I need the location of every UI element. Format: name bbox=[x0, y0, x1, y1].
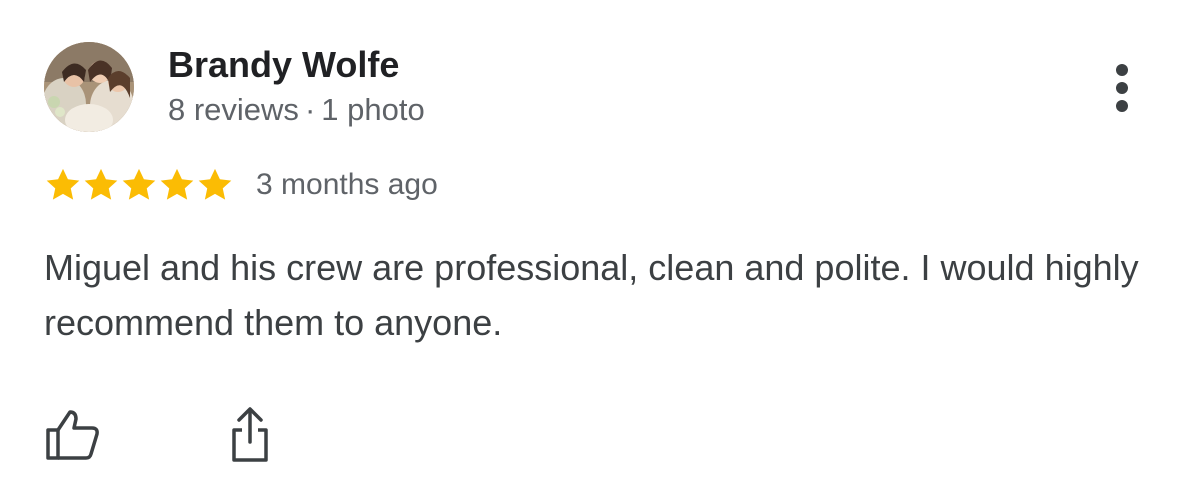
photo-count: 1 photo bbox=[321, 92, 425, 127]
reviewer-meta: 8 reviews · 1 photo bbox=[168, 92, 425, 128]
more-vertical-icon-dot bbox=[1116, 100, 1128, 112]
star-icon bbox=[84, 168, 118, 200]
avatar-photo bbox=[44, 42, 134, 132]
review-date: 3 months ago bbox=[256, 168, 438, 201]
share-button[interactable] bbox=[224, 406, 276, 464]
more-vertical-icon bbox=[1116, 64, 1128, 76]
rating-row: 3 months ago bbox=[44, 163, 438, 207]
star-icon bbox=[122, 168, 156, 200]
star-rating bbox=[44, 166, 234, 204]
review-card: Brandy Wolfe 8 reviews · 1 photo 3 months … bbox=[0, 0, 1200, 500]
review-count: 8 reviews bbox=[168, 92, 299, 127]
avatar[interactable] bbox=[44, 42, 134, 132]
thumbs-up-icon bbox=[46, 410, 99, 460]
star-icon bbox=[160, 168, 194, 200]
star-icon bbox=[46, 168, 80, 200]
like-button[interactable] bbox=[44, 408, 102, 462]
share-icon bbox=[232, 407, 268, 462]
reviewer-name[interactable]: Brandy Wolfe bbox=[168, 44, 399, 86]
more-options-button[interactable] bbox=[1100, 58, 1144, 118]
star-icon bbox=[198, 168, 232, 200]
review-text: Miguel and his crew are professional, cl… bbox=[44, 247, 1139, 343]
more-vertical-icon-dot bbox=[1116, 82, 1128, 94]
meta-separator: · bbox=[304, 92, 316, 127]
